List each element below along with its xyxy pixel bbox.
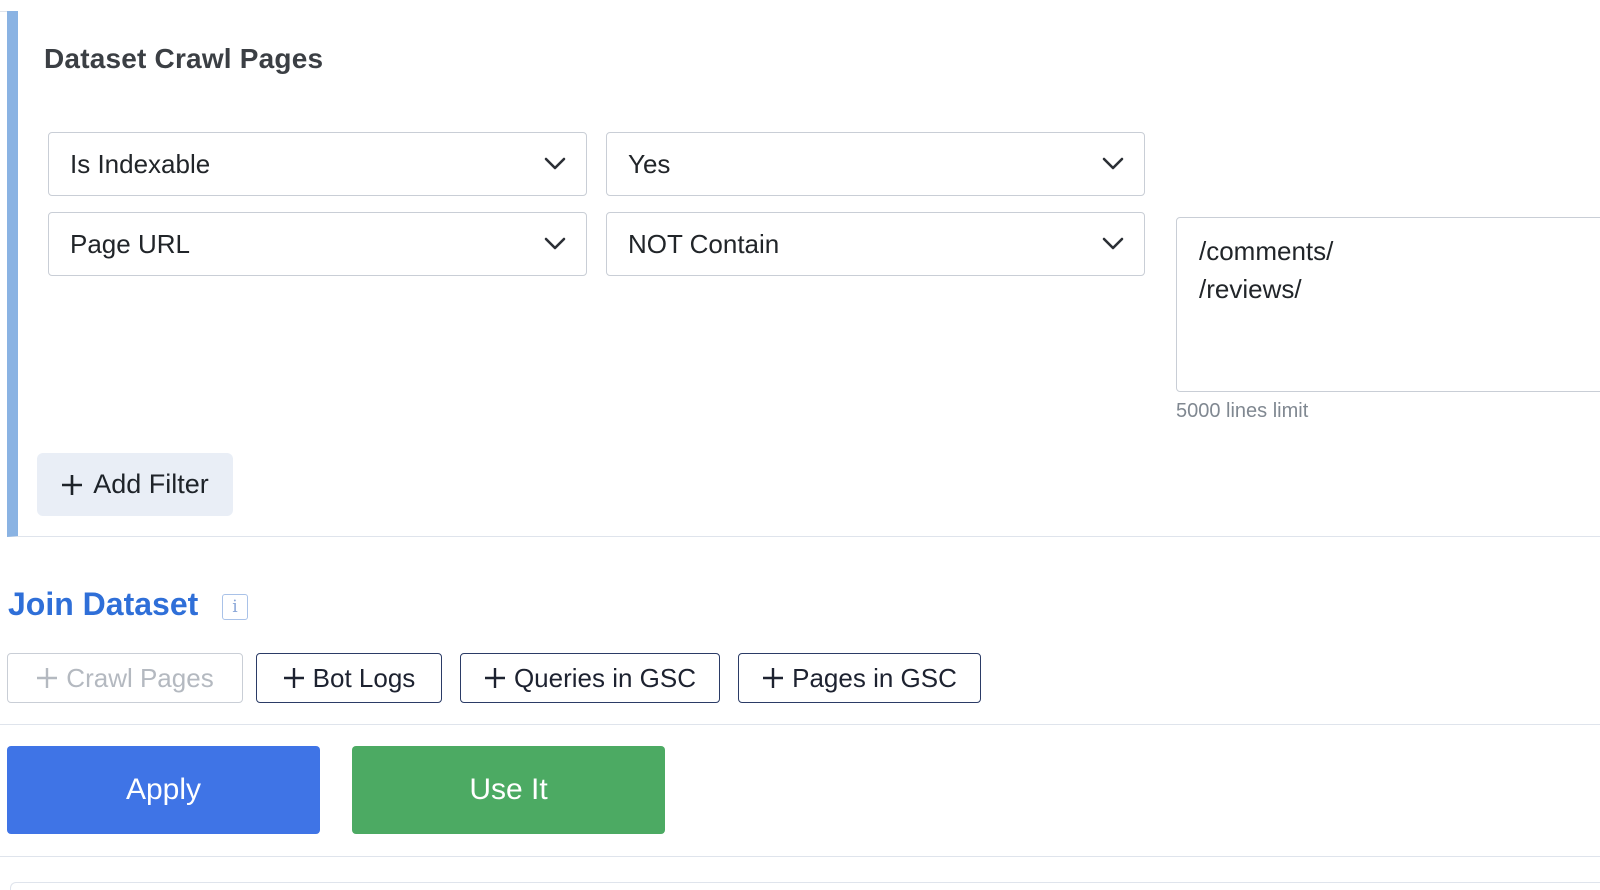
panel-title: Dataset Crawl Pages: [44, 43, 324, 74]
filter-2-operator-value: NOT Contain: [628, 228, 780, 259]
filter-1-operator-value: Yes: [628, 148, 671, 179]
chevron-down-icon: [1102, 237, 1124, 250]
use-it-button[interactable]: Use It: [352, 746, 665, 834]
chevron-down-icon: [1102, 157, 1124, 170]
plus-icon: [62, 474, 83, 495]
filter-2-field-select[interactable]: Page URL: [48, 212, 587, 276]
chevron-down-icon: [544, 237, 566, 250]
plus-icon: [37, 668, 58, 688]
bottom-divider: [0, 856, 1600, 857]
actions-divider: [0, 724, 1600, 725]
join-queries-in-gsc-label: Queries in GSC: [513, 662, 697, 693]
join-crawl-pages-label: Crawl Pages: [66, 662, 214, 693]
join-crawl-pages-button[interactable]: Crawl Pages: [7, 653, 243, 703]
add-filter-label: Add Filter: [93, 469, 209, 499]
filter-1-operator-select[interactable]: Yes: [606, 132, 1145, 196]
filter-2-operator-select[interactable]: NOT Contain: [606, 212, 1145, 276]
join-dataset-title: Join Dataset: [8, 586, 199, 622]
plus-icon: [283, 668, 304, 688]
join-pages-in-gsc-button[interactable]: Pages in GSC: [738, 653, 981, 703]
chevron-down-icon: [544, 157, 566, 170]
add-filter-button[interactable]: Add Filter: [37, 453, 233, 516]
filter-2-field-value: Page URL: [70, 228, 190, 259]
info-icon[interactable]: i: [222, 594, 248, 620]
lines-limit-hint: 5000 lines limit: [1176, 400, 1309, 422]
filter-2-value-textarea[interactable]: /comments/ /reviews/: [1176, 217, 1600, 392]
filter-1-field-value: Is Indexable: [70, 148, 211, 179]
apply-button[interactable]: Apply: [7, 746, 320, 834]
join-bot-logs-label: Bot Logs: [312, 662, 416, 693]
join-queries-in-gsc-button[interactable]: Queries in GSC: [460, 653, 720, 703]
filter-1-field-select[interactable]: Is Indexable: [48, 132, 587, 196]
join-pages-in-gsc-label: Pages in GSC: [792, 662, 957, 693]
plus-icon: [763, 668, 784, 688]
plus-icon: [484, 668, 505, 688]
join-bot-logs-button[interactable]: Bot Logs: [256, 653, 442, 703]
